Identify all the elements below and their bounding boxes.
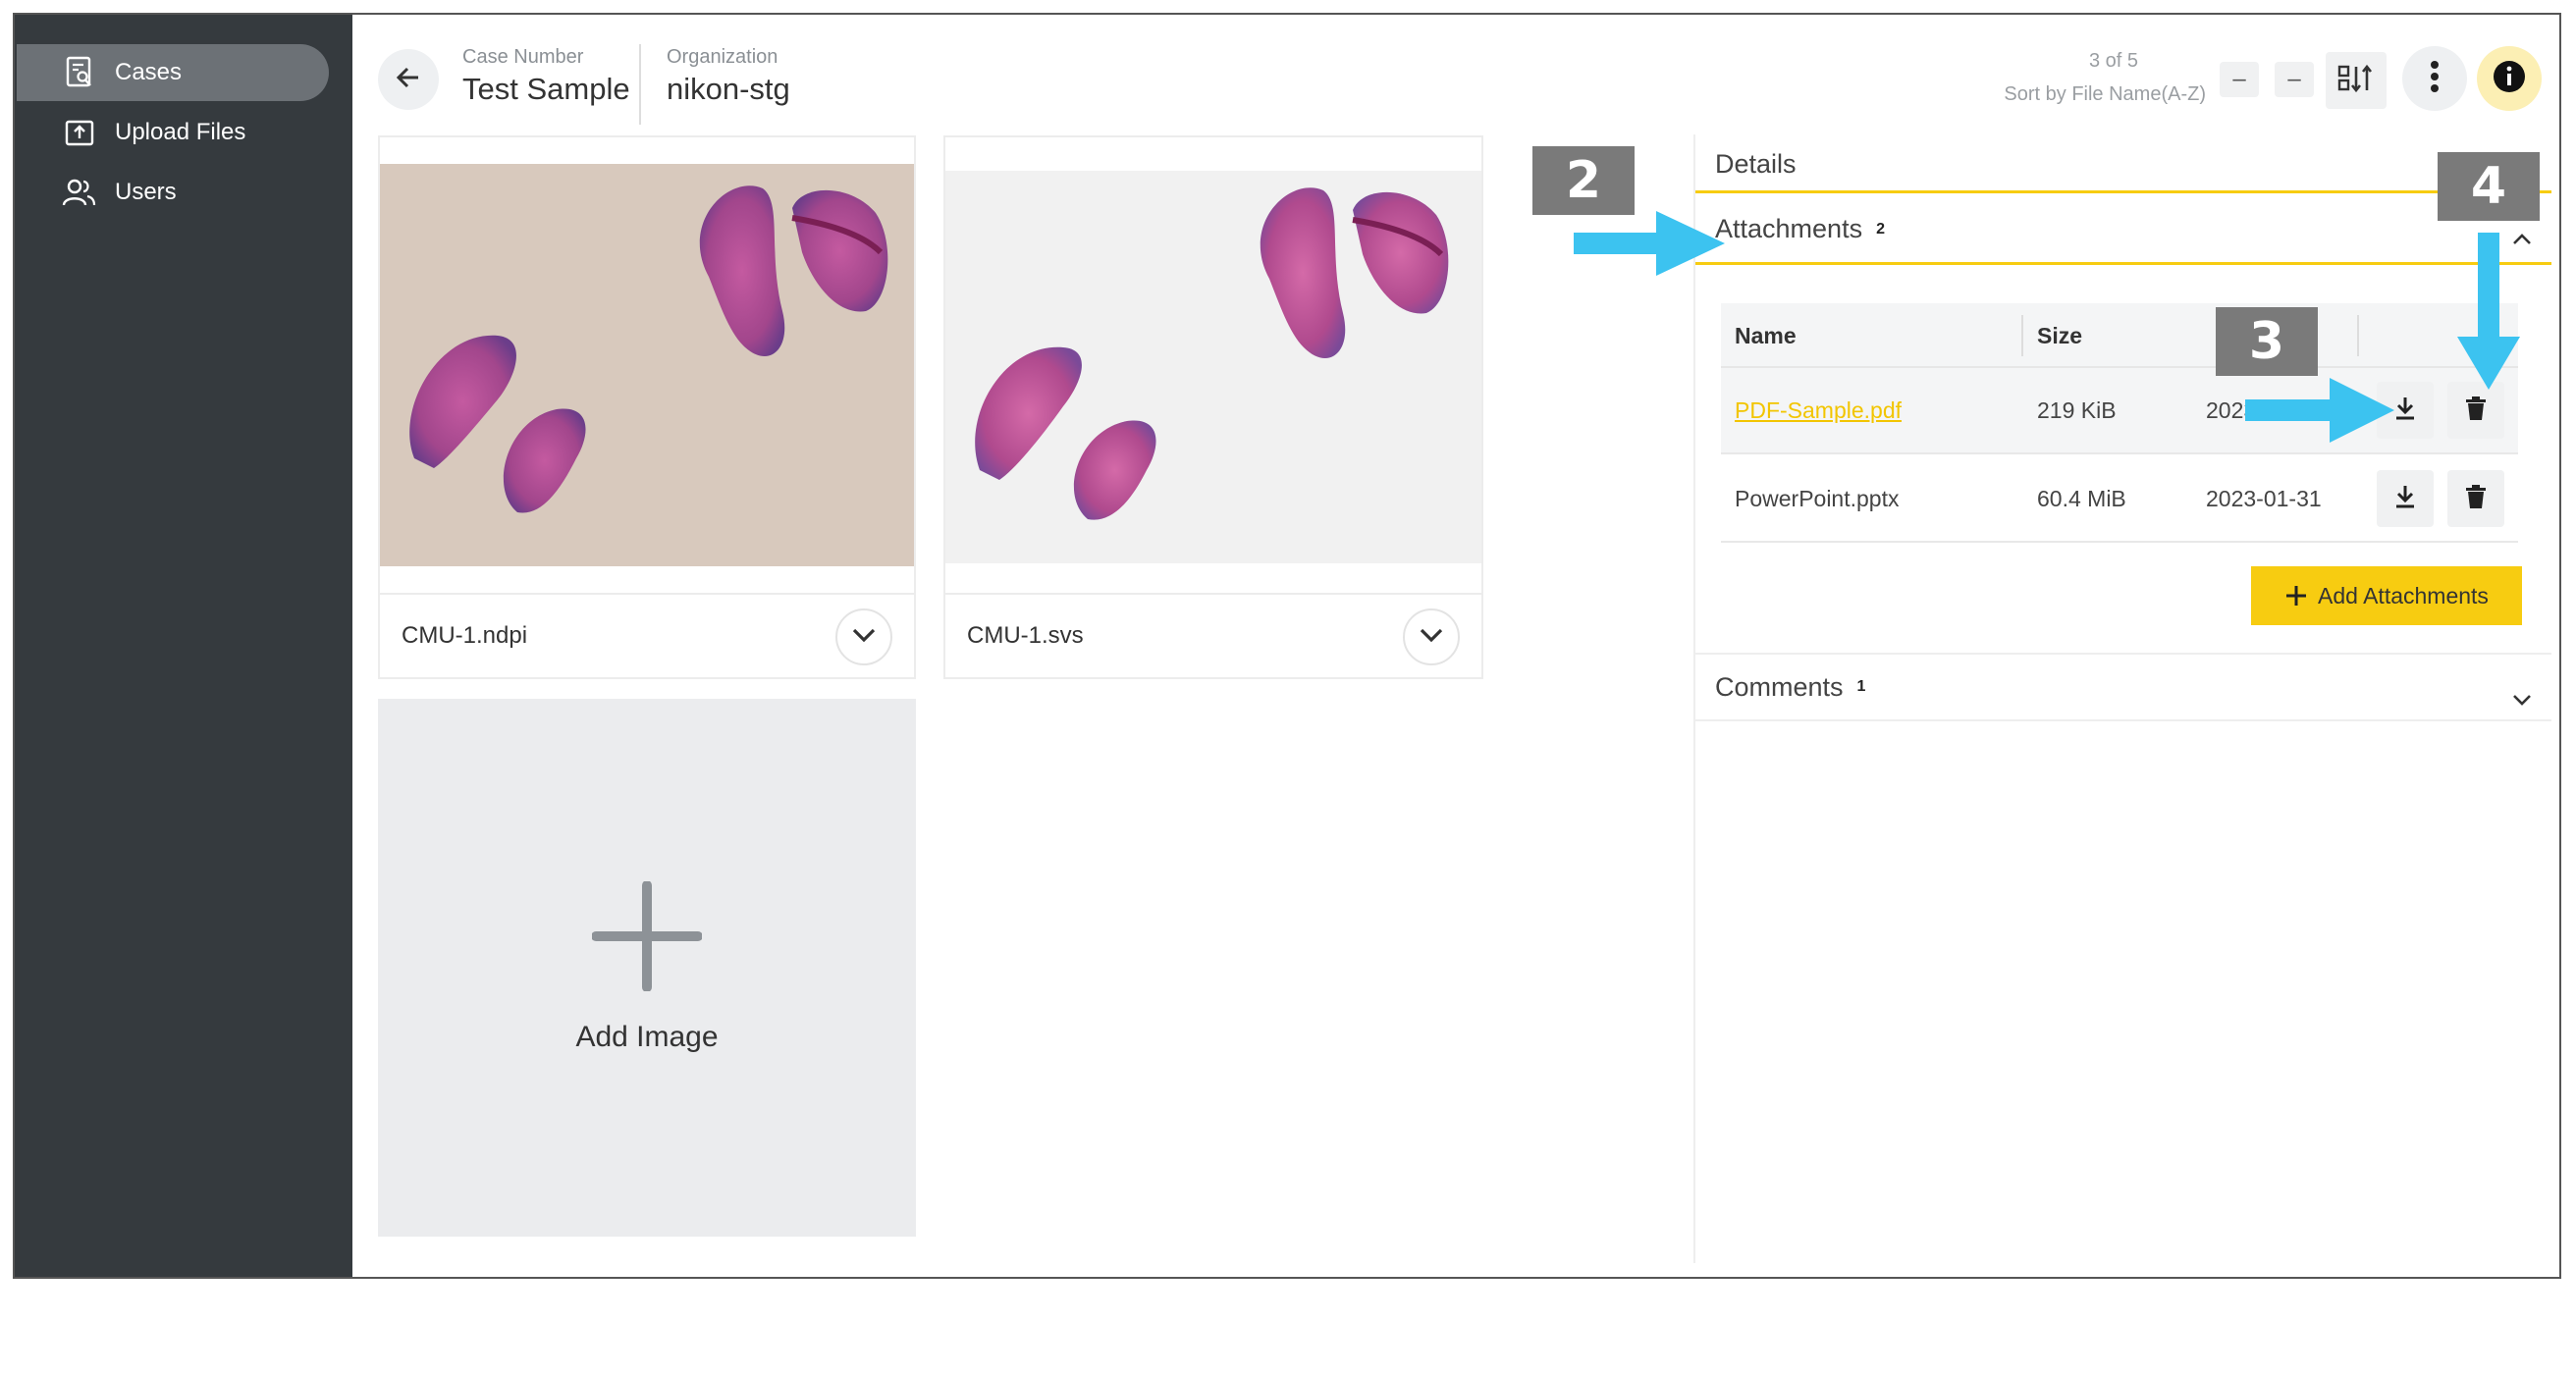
annotation-arrow-2-shaft xyxy=(1574,233,1660,254)
annotation-arrow-4-shaft xyxy=(2478,233,2499,341)
annotation-arrow-2-head xyxy=(1656,211,1725,276)
annotation-arrows xyxy=(1574,211,2520,443)
annotation-arrow-3-head xyxy=(2330,378,2394,443)
annotation-arrow-4-head xyxy=(2457,337,2520,390)
app-frame: Cases Upload Files Users Case Number Tes… xyxy=(13,13,2561,1279)
annotation-arrow-3-shaft xyxy=(2245,399,2334,421)
